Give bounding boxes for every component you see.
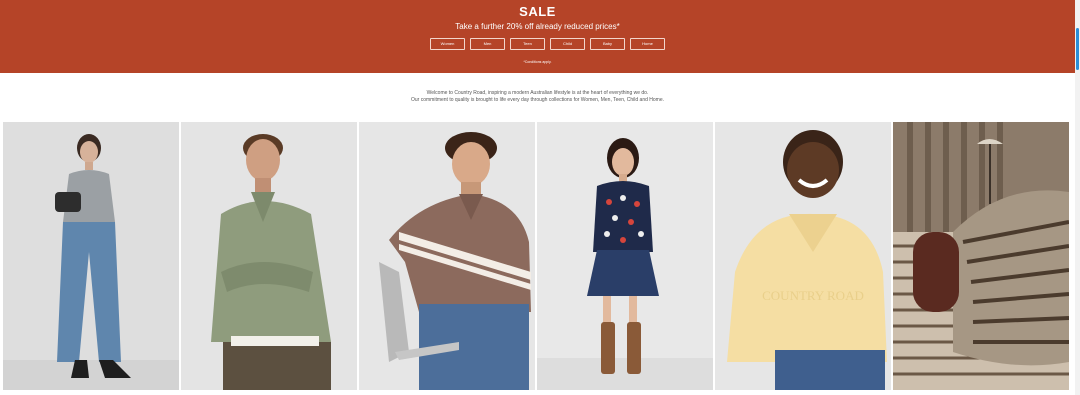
child-model-image xyxy=(537,122,713,390)
baby-model-image: COUNTRY ROAD xyxy=(715,122,891,390)
scrollbar-thumb[interactable] xyxy=(1076,28,1079,70)
tile-home[interactable] xyxy=(893,122,1069,390)
sale-title: SALE xyxy=(519,4,556,19)
home-interior-image xyxy=(893,122,1069,390)
baby-sweater-text: COUNTRY ROAD xyxy=(762,288,864,303)
tile-teen[interactable] xyxy=(359,122,535,390)
intro-line-1: Welcome to Country Road, inspiring a mod… xyxy=(426,90,649,96)
teen-model-image xyxy=(359,122,535,390)
tile-women[interactable] xyxy=(3,122,179,390)
tile-baby[interactable]: COUNTRY ROAD xyxy=(715,122,891,390)
category-buttons: Women Men Teen Child Baby Home xyxy=(430,38,665,50)
category-tiles: COUNTRY ROAD xyxy=(3,122,1069,390)
men-button[interactable]: Men xyxy=(470,38,505,50)
tile-men[interactable] xyxy=(181,122,357,390)
baby-button[interactable]: Baby xyxy=(590,38,625,50)
child-button[interactable]: Child xyxy=(550,38,585,50)
intro-line-2: Our commitment to quality is brought to … xyxy=(411,97,664,103)
women-model-image xyxy=(3,122,179,390)
men-model-image xyxy=(181,122,357,390)
home-button[interactable]: Home xyxy=(630,38,665,50)
women-button[interactable]: Women xyxy=(430,38,465,50)
teen-button[interactable]: Teen xyxy=(510,38,545,50)
sale-subtitle: Take a further 20% off already reduced p… xyxy=(455,22,620,31)
tile-child[interactable] xyxy=(537,122,713,390)
sale-banner: SALE Take a further 20% off already redu… xyxy=(0,0,1075,73)
conditions-note: *Conditions apply. xyxy=(523,60,552,64)
page-scrollbar[interactable] xyxy=(1075,0,1080,395)
intro-text: Welcome to Country Road, inspiring a mod… xyxy=(0,90,1075,104)
